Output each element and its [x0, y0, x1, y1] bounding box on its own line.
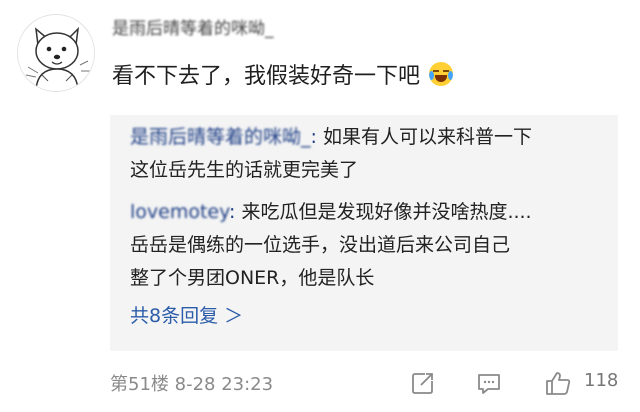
- replies-box: 是雨后晴等着的咪呦_: 如果有人可以来科普一下 这位岳先生的话就更完美了 lov…: [110, 115, 618, 351]
- dog-avatar-icon: [25, 26, 90, 90]
- reply-text: 如果有人可以来科普一下: [322, 126, 532, 148]
- reply-colon: :: [228, 201, 236, 223]
- comment-icon[interactable]: [476, 370, 502, 396]
- comment-username[interactable]: 是雨后晴等着的咪呦_: [112, 14, 274, 39]
- reply-author[interactable]: lovemotey: [130, 201, 229, 223]
- comment-text: 看不下去了，我假装好奇一下吧: [112, 58, 454, 90]
- more-replies-link[interactable]: 共8条回复 ＞: [130, 301, 243, 328]
- reply-colon: :: [310, 126, 317, 148]
- reply-line: 整了个男团ONER，他是队长: [130, 267, 375, 289]
- like-icon[interactable]: [544, 370, 571, 396]
- reply-text: 来吃瓜但是发现好像并没啥热度....: [241, 201, 532, 223]
- comment-body: 看不下去了，我假装好奇一下吧: [112, 64, 421, 89]
- reply-author[interactable]: 是雨后晴等着的咪呦_: [130, 126, 311, 148]
- reply-line: 是雨后晴等着的咪呦_: 如果有人可以来科普一下: [130, 121, 532, 154]
- reply-line: 这位岳先生的话就更完美了: [130, 159, 359, 181]
- laughing-crying-icon: [429, 62, 454, 86]
- timestamp: 8-28 23:23: [174, 374, 274, 395]
- floor-and-time: 第51楼 8-28 23:23: [110, 370, 273, 396]
- reply-item[interactable]: lovemotey: 来吃瓜但是发现好像并没啥热度.... 岳岳是偶练的一位选手…: [130, 196, 532, 295]
- reply-line: lovemotey: 来吃瓜但是发现好像并没啥热度....: [130, 196, 532, 229]
- avatar[interactable]: [17, 14, 95, 92]
- reply-item[interactable]: 是雨后晴等着的咪呦_: 如果有人可以来科普一下 这位岳先生的话就更完美了: [130, 121, 532, 187]
- reply-line: 岳岳是偶练的一位选手，没出道后来公司自己: [130, 234, 511, 256]
- comment-footer: 第51楼 8-28 23:23 118: [110, 370, 620, 398]
- share-icon[interactable]: [410, 370, 436, 396]
- like-count: 118: [584, 370, 619, 391]
- floor-number: 第51楼: [110, 374, 169, 395]
